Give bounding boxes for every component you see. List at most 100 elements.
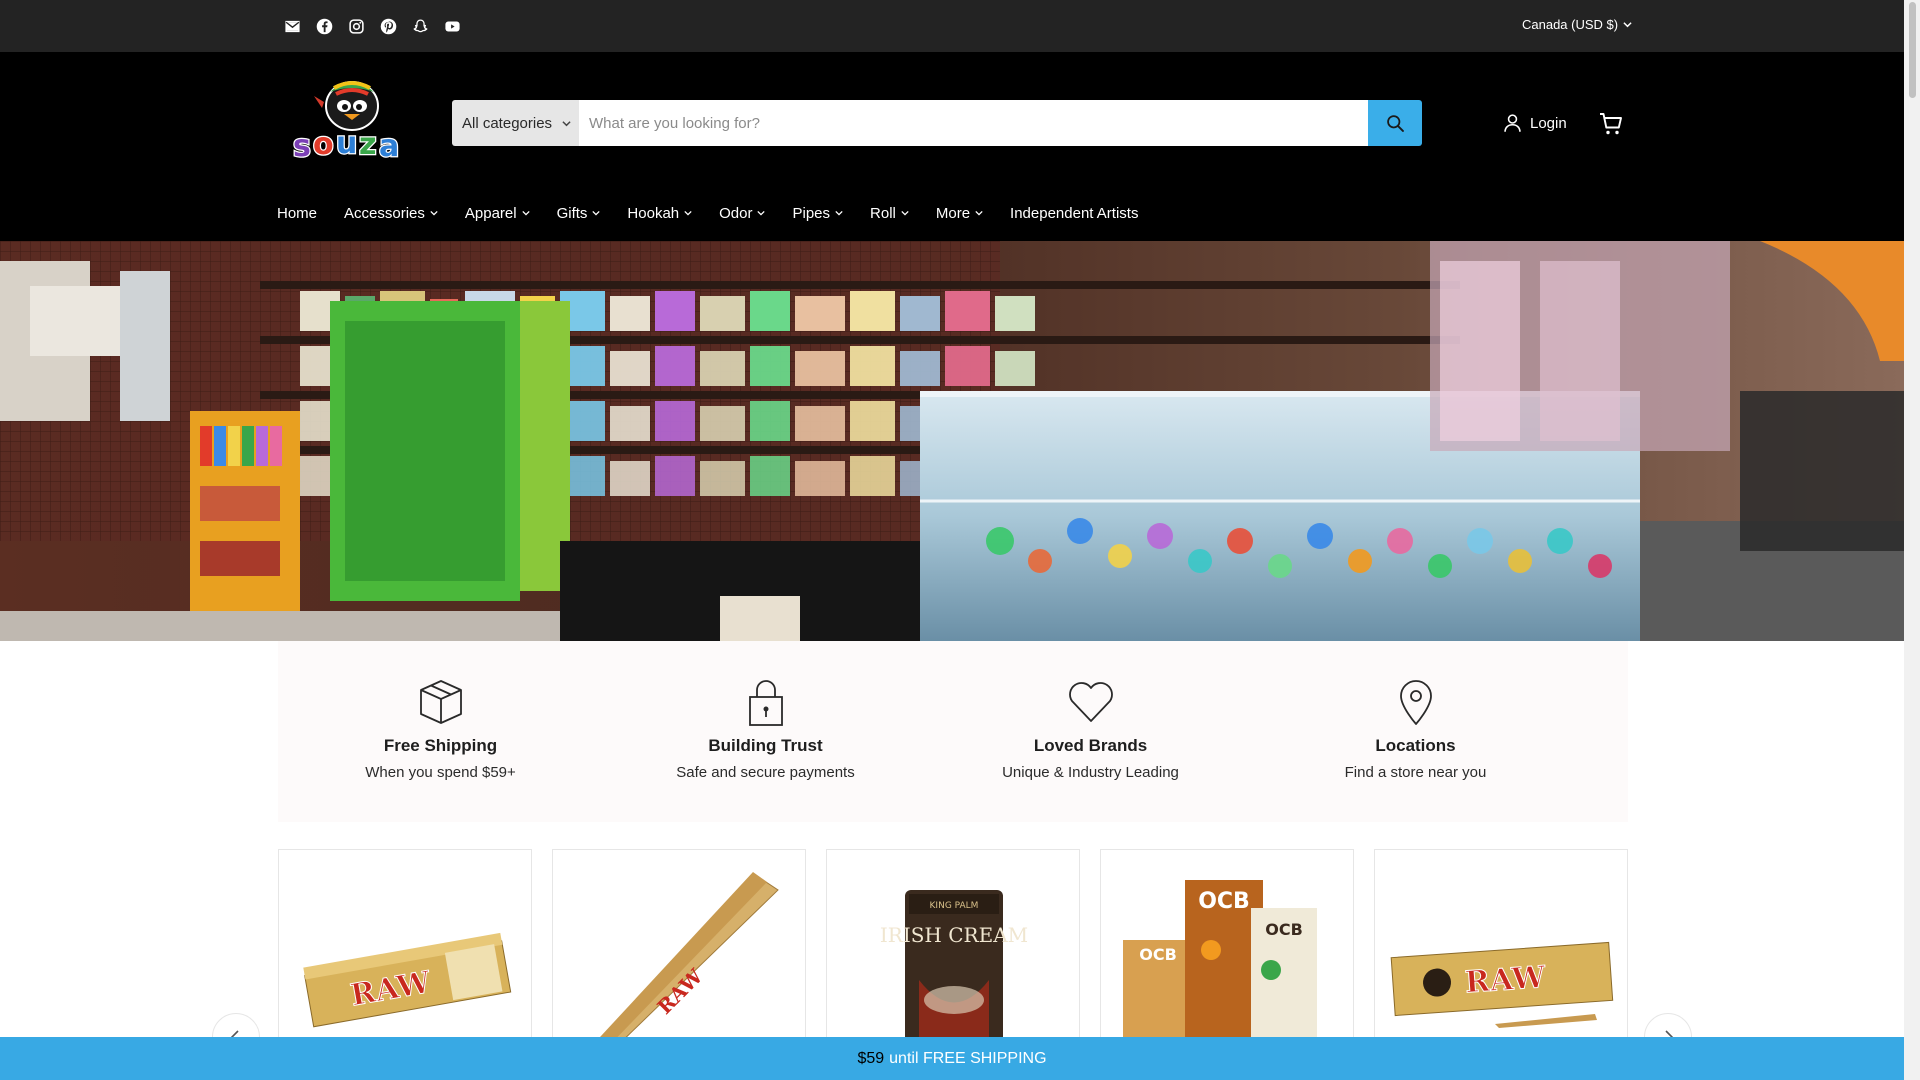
- svg-text:s: s: [293, 129, 311, 162]
- email-icon[interactable]: [283, 16, 301, 36]
- nav-label: More: [935, 204, 971, 222]
- chevron-down-icon: [757, 210, 766, 216]
- chevron-down-icon: [684, 210, 692, 216]
- facebook-icon[interactable]: [315, 16, 333, 36]
- login-label: Login: [1530, 114, 1567, 132]
- product-card[interactable]: RAW: [1374, 849, 1628, 1049]
- svg-text:u: u: [336, 126, 357, 161]
- store-interior-image: [0, 241, 1904, 641]
- product-title-text: IRISH CREAM: [880, 923, 1028, 947]
- youtube-icon[interactable]: [443, 16, 461, 36]
- nav-item-accessories[interactable]: Accessories: [344, 201, 438, 225]
- feature-subtitle: Unique & Industry Leading: [1002, 764, 1179, 781]
- nav-label: Hookah: [627, 204, 680, 222]
- chevron-down-icon: [562, 120, 571, 126]
- nav-label: Odor: [719, 204, 753, 222]
- page-scrollbar[interactable]: [1904, 0, 1920, 1080]
- product-brand-text: OCB: [1198, 889, 1250, 914]
- product-image-raw-lean-cones: RAW: [1390, 941, 1614, 1028]
- chevron-down-icon: [975, 210, 983, 216]
- feature-locations: Locations Find a store near you: [1253, 641, 1578, 822]
- search-bar: All categories: [452, 100, 1422, 146]
- feature-subtitle: Safe and secure payments: [676, 764, 855, 781]
- search-button[interactable]: [1368, 100, 1422, 146]
- nav-item-pipes[interactable]: Pipes: [792, 201, 843, 225]
- chevron-down-icon: [835, 210, 843, 216]
- product-image-raw-cone-single: RAW: [589, 872, 779, 1048]
- product-card[interactable]: RAW: [552, 849, 806, 1049]
- heart-icon: [1065, 677, 1117, 727]
- pinterest-icon[interactable]: [379, 16, 397, 36]
- feature-title: Building Trust: [708, 736, 823, 755]
- chevron-down-icon: [1623, 22, 1632, 28]
- nav-label: Roll: [870, 204, 896, 222]
- feature-subtitle: Find a store near you: [1344, 764, 1487, 781]
- feature-title: Loved Brands: [1033, 736, 1148, 755]
- product-card[interactable]: KING PALM IRISH CREAM: [826, 849, 1080, 1049]
- user-icon: [1504, 114, 1521, 132]
- scrollbar-thumb[interactable]: [1909, 2, 1916, 98]
- lock-icon: [740, 677, 792, 727]
- nav-item-independent-artists[interactable]: Independent Artists: [1010, 201, 1138, 225]
- chevron-down-icon: [521, 210, 530, 216]
- chevron-down-icon: [592, 210, 601, 216]
- product-brand-text: KING PALM: [930, 901, 979, 911]
- nav-item-hookah[interactable]: Hookah: [627, 201, 692, 225]
- nav-item-odor[interactable]: Odor: [719, 201, 766, 225]
- nav-item-apparel[interactable]: Apparel: [465, 201, 530, 225]
- store-logo[interactable]: s o u z a: [290, 74, 415, 165]
- search-icon: [1386, 114, 1404, 132]
- nav-item-roll[interactable]: Roll: [870, 201, 909, 225]
- main-nav: Home Accessories Apparel Gifts Hookah Od…: [277, 201, 1165, 225]
- currency-selector[interactable]: Canada (USD $): [1522, 17, 1632, 32]
- product-carousel: RAW RAW KING PALM IRISH CREAM OCB OCB OC…: [278, 849, 1628, 1049]
- nav-label: Pipes: [792, 204, 831, 222]
- utility-bar: Canada (USD $): [0, 0, 1904, 52]
- instagram-icon[interactable]: [347, 16, 365, 36]
- feature-loved-brands: Loved Brands Unique & Industry Leading: [928, 641, 1253, 822]
- social-links: [283, 16, 461, 36]
- free-shipping-bar: $59 until FREE SHIPPING: [0, 1037, 1904, 1080]
- box-icon: [415, 677, 467, 727]
- shipping-threshold-amount: $59: [857, 1049, 885, 1067]
- search-input[interactable]: [579, 100, 1368, 146]
- hero-banner[interactable]: [0, 241, 1904, 641]
- nav-item-more[interactable]: More: [936, 201, 983, 225]
- login-link[interactable]: Login: [1502, 112, 1567, 134]
- svg-text:a: a: [379, 129, 399, 162]
- nav-label: Home: [277, 204, 318, 222]
- search-category-select[interactable]: All categories: [452, 100, 579, 146]
- nav-label: Gifts: [556, 204, 588, 222]
- product-card[interactable]: OCB OCB OCB: [1100, 849, 1354, 1049]
- feature-title: Locations: [1375, 736, 1456, 755]
- product-brand-text: OCB: [1139, 945, 1177, 964]
- site-header: s o u z a All categories Login Home Acce…: [0, 52, 1904, 241]
- cart-button[interactable]: [1598, 111, 1624, 142]
- product-image-king-palm-irish-cream: KING PALM IRISH CREAM: [880, 890, 1028, 1048]
- nav-item-home[interactable]: Home: [277, 201, 317, 225]
- feature-building-trust: Building Trust Safe and secure payments: [603, 641, 928, 822]
- location-pin-icon: [1390, 677, 1442, 727]
- feature-free-shipping: Free Shipping When you spend $59+: [278, 641, 603, 822]
- chevron-down-icon: [430, 210, 438, 216]
- chevron-down-icon: [901, 210, 909, 216]
- feature-title: Free Shipping: [383, 736, 498, 755]
- feature-highlights: Free Shipping When you spend $59+ Buildi…: [278, 641, 1628, 822]
- product-brand-text: RAW: [1464, 960, 1548, 1001]
- product-brand-text: OCB: [1265, 920, 1303, 939]
- product-image-raw-cones-pack: RAW: [303, 932, 512, 1028]
- nav-label: Accessories: [344, 204, 425, 222]
- nav-label: Apparel: [464, 204, 517, 222]
- svg-text:o: o: [313, 127, 334, 162]
- product-image-ocb-cones-boxes: OCB OCB OCB: [1123, 880, 1317, 1048]
- cart-icon: [1600, 113, 1622, 135]
- nav-item-gifts[interactable]: Gifts: [557, 201, 601, 225]
- search-category-label: All categories: [462, 114, 553, 132]
- feature-subtitle: When you spend $59+: [365, 764, 516, 781]
- shipping-message: until FREE SHIPPING: [889, 1049, 1047, 1067]
- svg-text:z: z: [359, 127, 376, 162]
- nav-label: Independent Artists: [1010, 204, 1139, 222]
- snapchat-icon[interactable]: [411, 16, 429, 36]
- currency-label: Canada (USD $): [1522, 17, 1619, 32]
- product-card[interactable]: RAW: [278, 849, 532, 1049]
